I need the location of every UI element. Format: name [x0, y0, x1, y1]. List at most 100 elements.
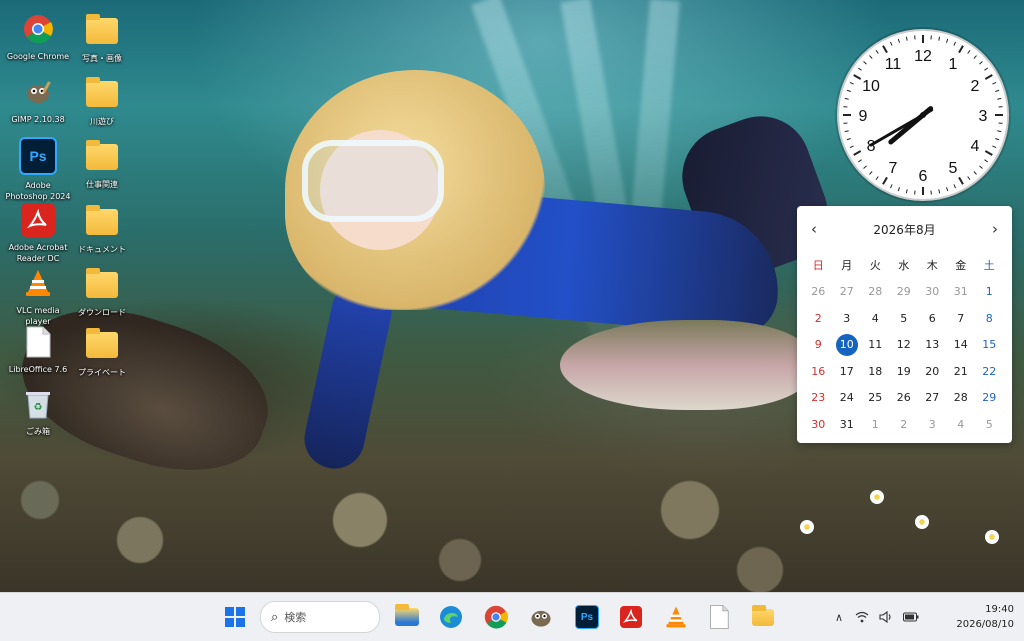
- calendar-day[interactable]: 4: [861, 305, 890, 332]
- calendar-day[interactable]: 30: [804, 411, 833, 438]
- libreoffice-icon: [709, 604, 729, 630]
- desktop-folder-private[interactable]: プライベート: [68, 328, 136, 378]
- calendar-day[interactable]: 17: [833, 358, 862, 385]
- calendar-day[interactable]: 28: [947, 385, 976, 412]
- calendar-day[interactable]: 3: [833, 305, 862, 332]
- desktop-icon-label: VLC media player: [4, 305, 72, 327]
- folder-icon: [85, 14, 119, 48]
- taskbar-chrome[interactable]: [481, 602, 511, 632]
- taskbar-acrobat[interactable]: [616, 602, 646, 632]
- desktop-icon-recycle-bin[interactable]: ♻ ごみ箱: [4, 387, 72, 437]
- desktop-icon-photoshop[interactable]: Ps Adobe Photoshop 2024: [4, 137, 72, 202]
- taskbar-libreoffice[interactable]: [704, 602, 734, 632]
- calendar-day[interactable]: 19: [890, 358, 919, 385]
- wifi-icon[interactable]: [855, 611, 869, 623]
- calendar-next-button[interactable]: ›: [992, 220, 998, 238]
- speaker-icon[interactable]: [879, 611, 893, 623]
- calendar-day[interactable]: 29: [890, 279, 919, 306]
- calendar-day[interactable]: 26: [804, 279, 833, 306]
- desktop-icon-label: ごみ箱: [4, 426, 72, 437]
- calendar-day[interactable]: 22: [975, 358, 1004, 385]
- calendar-day[interactable]: 6: [918, 305, 947, 332]
- taskbar-edge[interactable]: [436, 602, 466, 632]
- clock-tick: [906, 189, 907, 193]
- acrobat-icon: [620, 606, 642, 628]
- clock-number: 1: [949, 56, 958, 73]
- calendar-day[interactable]: 2: [890, 411, 919, 438]
- calendar-day[interactable]: 30: [918, 279, 947, 306]
- clock-tick: [854, 151, 861, 155]
- calendar-weekday: 金: [947, 252, 976, 279]
- desktop-folder-work[interactable]: 仕事関連: [68, 140, 136, 190]
- calendar-day[interactable]: 9: [804, 332, 833, 359]
- calendar-day[interactable]: 27: [833, 279, 862, 306]
- desktop-icon-libreoffice[interactable]: LibreOffice 7.6: [4, 325, 72, 375]
- desktop-folder-photos[interactable]: 写真・画像: [68, 14, 136, 64]
- chrome-icon: [21, 12, 55, 46]
- calendar-day[interactable]: 11: [861, 332, 890, 359]
- calendar-day[interactable]: 13: [918, 332, 947, 359]
- calendar-day[interactable]: 1: [861, 411, 890, 438]
- calendar-weekday: 土: [975, 252, 1004, 279]
- desktop-folder-downloads[interactable]: ダウンロード: [68, 268, 136, 318]
- calendar-day[interactable]: 7: [947, 305, 976, 332]
- clock-tick: [946, 39, 947, 43]
- calendar-day[interactable]: 27: [918, 385, 947, 412]
- calendar-day[interactable]: 5: [890, 305, 919, 332]
- calendar-day[interactable]: 14: [947, 332, 976, 359]
- acrobat-icon: [21, 203, 55, 237]
- calendar-day[interactable]: 10: [833, 332, 862, 359]
- calendar-day[interactable]: 2: [804, 305, 833, 332]
- calendar-day[interactable]: 8: [975, 305, 1004, 332]
- clock-tick: [876, 176, 878, 179]
- battery-icon[interactable]: [903, 612, 919, 622]
- calendar-day[interactable]: 4: [947, 411, 976, 438]
- calendar-day[interactable]: 29: [975, 385, 1004, 412]
- chevron-up-icon[interactable]: ∧: [835, 611, 843, 624]
- desktop-folder-documents[interactable]: ドキュメント: [68, 205, 136, 255]
- taskbar-gimp[interactable]: [526, 602, 556, 632]
- desktop-icon-vlc[interactable]: VLC media player: [4, 266, 72, 327]
- calendar-day[interactable]: 16: [804, 358, 833, 385]
- clock-tick: [858, 68, 861, 70]
- clock-tick: [883, 177, 887, 184]
- calendar-day[interactable]: 15: [975, 332, 1004, 359]
- calendar-day[interactable]: 26: [890, 385, 919, 412]
- desktop-icon-acrobat[interactable]: Adobe Acrobat Reader DC: [4, 203, 72, 264]
- calendar-prev-button[interactable]: ‹: [811, 220, 817, 238]
- desktop-icon-label: ドキュメント: [68, 244, 136, 255]
- calendar-day[interactable]: 3: [918, 411, 947, 438]
- calendar-day[interactable]: 12: [890, 332, 919, 359]
- calendar-day[interactable]: 1: [975, 279, 1004, 306]
- taskbar-file-explorer[interactable]: [392, 602, 422, 632]
- calendar-day[interactable]: 5: [975, 411, 1004, 438]
- taskbar-clock[interactable]: 19:40 2026/08/10: [938, 602, 1014, 632]
- calendar-weekday: 水: [890, 252, 919, 279]
- calendar-day[interactable]: 20: [918, 358, 947, 385]
- calendar-day[interactable]: 24: [833, 385, 862, 412]
- calendar-today: 10: [836, 334, 858, 356]
- calendar-day[interactable]: 23: [804, 385, 833, 412]
- clock-tick: [984, 68, 987, 70]
- calendar-day[interactable]: 31: [947, 279, 976, 306]
- calendar-day[interactable]: 31: [833, 411, 862, 438]
- calendar-weekday: 火: [861, 252, 890, 279]
- clock-tick: [869, 56, 872, 59]
- start-button[interactable]: [220, 602, 250, 632]
- calendar-day[interactable]: 21: [947, 358, 976, 385]
- calendar-day[interactable]: 28: [861, 279, 890, 306]
- clock-number: 5: [949, 160, 958, 177]
- clock-tick: [974, 171, 977, 174]
- desktop-icon-chrome[interactable]: Google Chrome: [4, 12, 72, 62]
- calendar-day[interactable]: 25: [861, 385, 890, 412]
- taskbar-vlc[interactable]: [661, 602, 691, 632]
- clock-tick: [946, 187, 947, 191]
- taskbar-search[interactable]: ⌕ 検索: [260, 601, 380, 633]
- taskbar-folder[interactable]: [748, 602, 778, 632]
- desktop-folder-river[interactable]: 川遊び: [68, 77, 136, 127]
- taskbar-photoshop[interactable]: Ps: [572, 602, 602, 632]
- desktop-icon-gimp[interactable]: GIMP 2.10.38: [4, 75, 72, 125]
- clock-tick: [985, 75, 992, 79]
- calendar-day[interactable]: 18: [861, 358, 890, 385]
- flower: [870, 490, 884, 504]
